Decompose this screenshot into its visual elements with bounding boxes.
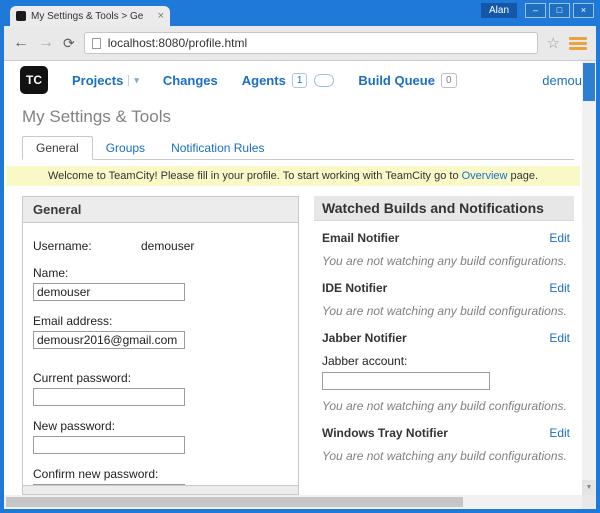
tab-close-icon[interactable]: × [158, 11, 164, 21]
windows-tray-notifier-section: Windows Tray Notifier Edit You are not w… [314, 416, 574, 466]
nav-agents[interactable]: Agents 1 [242, 73, 335, 88]
teamcity-logo[interactable]: TC [20, 66, 48, 94]
jabber-account-input[interactable] [322, 372, 490, 390]
name-label: Name: [33, 266, 288, 280]
new-password-input[interactable] [33, 436, 185, 454]
queue-count-badge: 0 [441, 73, 457, 88]
nav-projects-label: Projects [72, 73, 123, 88]
forward-icon[interactable]: → [38, 35, 54, 51]
email-notifier-section: Email Notifier Edit You are not watching… [314, 221, 574, 271]
banner-text-before: Welcome to TeamCity! Please fill in your… [48, 170, 462, 182]
bookmark-star-icon[interactable]: ☆ [547, 36, 560, 51]
page-content: TC Projects ▾ Changes Agents 1 Build Que… [4, 61, 582, 495]
email-notifier-title: Email Notifier [322, 231, 399, 245]
windows-tray-notifier-title: Windows Tray Notifier [322, 426, 448, 440]
minimize-button[interactable]: – [525, 3, 546, 18]
browser-tab[interactable]: My Settings & Tools > Ge × [10, 6, 170, 26]
jabber-notifier-section: Jabber Notifier Edit Jabber account: You… [314, 321, 574, 416]
ide-notifier-title: IDE Notifier [322, 281, 387, 295]
nav-changes[interactable]: Changes [163, 73, 218, 88]
current-user-link[interactable]: demou [542, 73, 582, 88]
banner-text-after: page. [507, 170, 538, 182]
new-password-label: New password: [33, 419, 288, 433]
jabber-notifier-title: Jabber Notifier [322, 331, 407, 345]
watched-builds-header: Watched Builds and Notifications [314, 196, 574, 221]
jabber-account-label: Jabber account: [322, 354, 570, 368]
general-section: General Username: demouser Name: Email a… [22, 196, 299, 495]
next-section-header-partial [23, 485, 298, 494]
window-titlebar: My Settings & Tools > Ge × Alan – □ × [4, 0, 596, 26]
scrollbar-corner [582, 495, 596, 509]
new-password-group: New password: [33, 419, 288, 454]
teamcity-header: TC Projects ▾ Changes Agents 1 Build Que… [4, 61, 582, 99]
email-notifier-edit-link[interactable]: Edit [549, 231, 570, 245]
windows-tray-notifier-edit-link[interactable]: Edit [549, 426, 570, 440]
nav-changes-label: Changes [163, 73, 218, 88]
jabber-notifier-note: You are not watching any build configura… [322, 399, 570, 413]
confirm-password-label: Confirm new password: [33, 467, 288, 481]
overview-link[interactable]: Overview [462, 170, 508, 182]
general-section-header: General [23, 197, 298, 223]
nav-projects[interactable]: Projects ▾ [72, 73, 139, 88]
browser-menu-icon[interactable] [569, 37, 587, 50]
ide-notifier-edit-link[interactable]: Edit [549, 281, 570, 295]
general-section-body: Username: demouser Name: Email address: [23, 223, 298, 485]
username-value: demouser [141, 239, 194, 253]
email-label: Email address: [33, 314, 288, 328]
browser-window: My Settings & Tools > Ge × Alan – □ × ← … [0, 0, 600, 513]
browser-toolbar: ← → ⟳ localhost:8080/profile.html ☆ [4, 26, 596, 61]
email-field[interactable] [33, 331, 185, 349]
page-area: TC Projects ▾ Changes Agents 1 Build Que… [4, 61, 596, 509]
reload-icon[interactable]: ⟳ [63, 36, 75, 50]
watched-builds-section: Watched Builds and Notifications Email N… [314, 196, 574, 495]
confirm-password-group: Confirm new password: [33, 467, 288, 485]
current-password-input[interactable] [33, 388, 185, 406]
nav-build-queue[interactable]: Build Queue 0 [358, 73, 456, 88]
current-password-group: Current password: [33, 371, 288, 406]
back-icon[interactable]: ← [13, 35, 29, 51]
settings-columns: General Username: demouser Name: Email a… [4, 186, 582, 495]
email-notifier-note: You are not watching any build configura… [322, 254, 570, 268]
page-icon [92, 38, 101, 49]
horizontal-scrollbar[interactable] [4, 495, 582, 509]
settings-tabs: General Groups Notification Rules [22, 136, 574, 160]
close-button[interactable]: × [573, 3, 594, 18]
current-password-label: Current password: [33, 371, 288, 385]
teamcity-favicon-icon [16, 11, 26, 21]
tab-notification-rules[interactable]: Notification Rules [158, 137, 277, 159]
os-user-badge[interactable]: Alan [481, 3, 517, 18]
nav-agents-label: Agents [242, 73, 286, 88]
chevron-down-icon[interactable]: ▾ [128, 75, 139, 86]
ide-notifier-note: You are not watching any build configura… [322, 304, 570, 318]
name-field-group: Name: [33, 266, 288, 301]
agents-count-badge: 1 [292, 73, 308, 88]
jabber-notifier-edit-link[interactable]: Edit [549, 331, 570, 345]
browser-tab-title: My Settings & Tools > Ge [31, 11, 153, 22]
vertical-scrollbar[interactable]: ▼ [582, 61, 596, 495]
page-title: My Settings & Tools [22, 107, 582, 127]
vertical-scrollbar-thumb[interactable] [583, 63, 595, 101]
name-input[interactable] [33, 283, 185, 301]
email-field-group: Email address: [33, 314, 288, 349]
welcome-banner: Welcome to TeamCity! Please fill in your… [6, 166, 580, 186]
username-label: Username: [33, 239, 141, 253]
horizontal-scrollbar-thumb[interactable] [6, 497, 463, 507]
url-text[interactable]: localhost:8080/profile.html [108, 36, 247, 50]
address-bar[interactable]: localhost:8080/profile.html [84, 32, 538, 54]
username-row: Username: demouser [33, 239, 288, 253]
window-controls: Alan – □ × [481, 3, 594, 18]
nav-build-queue-label: Build Queue [358, 73, 435, 88]
tab-groups[interactable]: Groups [93, 137, 158, 159]
scroll-down-icon[interactable]: ▼ [582, 480, 596, 495]
agents-pool-icon [314, 74, 334, 87]
maximize-button[interactable]: □ [549, 3, 570, 18]
windows-tray-notifier-note: You are not watching any build configura… [322, 449, 570, 463]
ide-notifier-section: IDE Notifier Edit You are not watching a… [314, 271, 574, 321]
tab-general[interactable]: General [22, 136, 93, 160]
